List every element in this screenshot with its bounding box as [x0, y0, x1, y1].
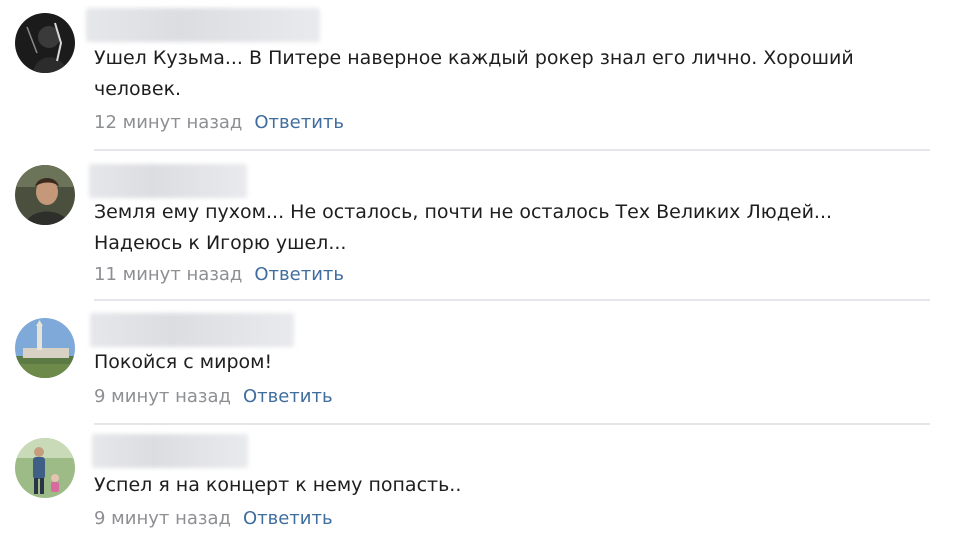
- comment-divider: [94, 149, 930, 151]
- comment-meta: 11 минут назад Ответить: [94, 263, 344, 287]
- comment-meta: 12 минут назад Ответить: [94, 111, 344, 135]
- man-portrait-avatar[interactable]: [15, 165, 75, 225]
- author-name-redacted[interactable]: [86, 8, 320, 42]
- comment-text-line: Успел я на концерт к нему попасть..: [94, 474, 462, 496]
- comment-text-line: Земля ему пухом... Не осталось, почти не…: [94, 201, 833, 223]
- reply-link[interactable]: Ответить: [243, 386, 333, 407]
- comment-meta: 9 минут назад Ответить: [94, 385, 333, 409]
- person-outdoors-avatar[interactable]: [15, 438, 75, 498]
- author-name-redacted[interactable]: [92, 434, 248, 468]
- comment-text-line: Ушел Кузьма... В Питере наверное каждый …: [94, 47, 854, 69]
- comment-divider: [94, 299, 930, 301]
- comment-divider: [94, 423, 930, 425]
- reply-link[interactable]: Ответить: [254, 112, 344, 133]
- reply-link[interactable]: Ответить: [243, 508, 333, 529]
- author-name-redacted[interactable]: [89, 164, 247, 198]
- comment-timestamp[interactable]: 9 минут назад: [94, 508, 231, 529]
- comments-list: Ушел Кузьма... В Питере наверное каждый …: [0, 0, 960, 541]
- comment-text-line: Покойся с миром!: [94, 351, 273, 373]
- comment-timestamp[interactable]: 9 минут назад: [94, 386, 231, 407]
- reply-link[interactable]: Ответить: [254, 264, 344, 285]
- dark-silhouette-avatar[interactable]: [15, 13, 75, 73]
- author-name-redacted[interactable]: [90, 313, 294, 347]
- comment-timestamp[interactable]: 11 минут назад: [94, 264, 242, 285]
- comment-timestamp[interactable]: 12 минут назад: [94, 112, 242, 133]
- landscape-tower-avatar[interactable]: [15, 318, 75, 378]
- comment-text-line: Надеюсь к Игорю ушел...: [94, 232, 347, 254]
- comment-meta: 9 минут назад Ответить: [94, 507, 333, 531]
- comment-text-line: человек.: [94, 78, 182, 100]
